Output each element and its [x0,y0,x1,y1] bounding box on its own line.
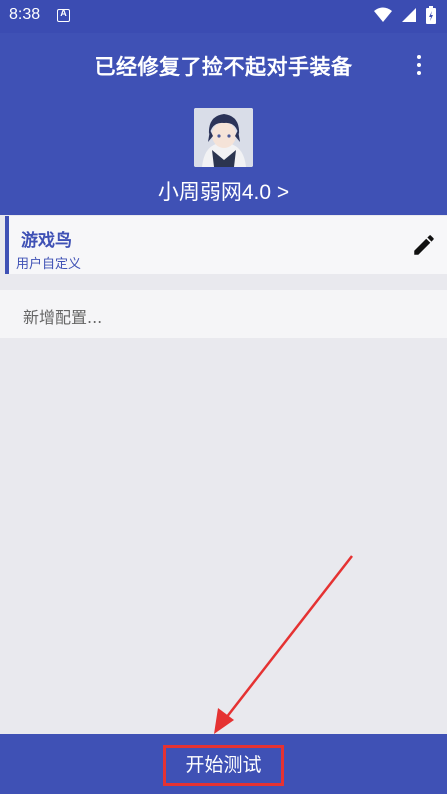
pencil-icon[interactable] [411,232,437,258]
bottom-bar: 开始测试 [0,734,447,794]
page-title: 已经修复了捡不起对手装备 [94,55,353,79]
start-test-button[interactable]: 开始测试 [163,745,284,786]
profile-selector[interactable]: 小周弱网4.0 > [0,176,447,206]
notification-letter: A [60,8,67,18]
battery-icon [426,6,436,24]
add-config-label: 新增配置... [23,308,103,327]
status-bar: 8:38 A [0,0,447,33]
status-icons [373,5,437,25]
wifi-icon [374,7,392,22]
config-type: 用户自定义 [16,257,82,272]
status-time: 8:38 [9,6,41,23]
add-config-button[interactable]: 新增配置... [0,290,447,338]
avatar[interactable] [194,108,253,167]
app-header: 已经修复了捡不起对手装备 小周弱网4.0 > [0,33,447,215]
more-vert-icon[interactable] [407,51,431,81]
notification-icon: A [57,8,70,22]
signal-icon [402,8,416,22]
config-card[interactable]: 游戏鸟 用户自定义 [5,216,447,274]
config-name: 游戏鸟 [21,231,72,251]
